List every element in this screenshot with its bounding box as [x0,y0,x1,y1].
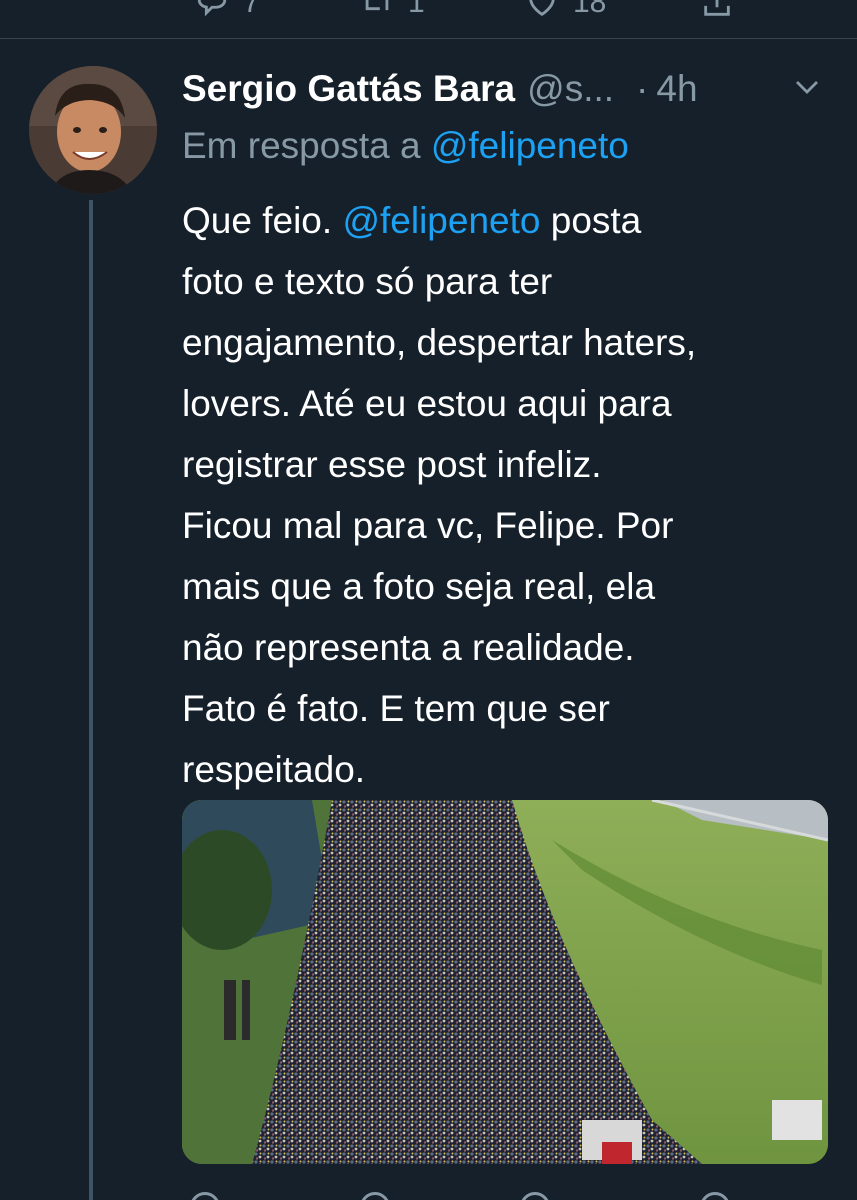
heart-icon [529,0,555,17]
mention-link[interactable]: @felipeneto [342,200,540,241]
reply-icon [197,0,227,17]
heart-icon[interactable] [520,1192,550,1200]
reply-icon[interactable] [190,1192,220,1200]
previous-tweet-actions: 7 1 18 [0,0,857,22]
tweet-text-line: não representa a realidade. [182,627,635,668]
thread-line [89,200,93,1200]
retweet-icon [365,0,389,11]
crowd-photo [182,800,828,1164]
avatar-photo [29,66,157,194]
like-count: 18 [573,0,607,19]
author-name[interactable]: Sergio Gattás Bara [182,68,515,110]
tweet-photo[interactable] [182,800,828,1164]
like-action[interactable]: 18 [525,0,606,20]
author-handle[interactable]: @s... [527,68,614,110]
reply-count: 7 [243,0,260,19]
retweet-action[interactable]: 1 [360,0,425,20]
tweet-text-line: engajamento, despertar haters, [182,322,697,363]
retweet-icon[interactable] [360,1192,390,1200]
tweet-actions [0,1190,857,1200]
tweet-text-line: Ficou mal para vc, Felipe. Por [182,505,674,546]
tweet-divider [0,38,857,39]
avatar[interactable] [29,66,157,194]
reply-prefix: Em resposta a [182,125,421,166]
text-segment: posta [540,200,642,241]
reply-action[interactable]: 7 [195,0,260,20]
share-icon[interactable] [700,1192,730,1200]
tweet-text-line: foto e texto só para ter [182,261,553,302]
tweet-text-line: registrar esse post infeliz. [182,444,602,485]
tweet-header: Sergio Gattás Bara @s... · 4h [182,66,832,112]
tweet-text-line: Que feio. @felipeneto posta [182,190,832,251]
text-segment: Que feio. [182,200,343,241]
tweet-time[interactable]: 4h [656,68,697,110]
share-action[interactable] [700,0,734,20]
reply-context: Em resposta a @felipeneto [182,125,629,167]
chevron-down-icon[interactable] [792,72,822,102]
tweet-text: Que feio. @felipeneto posta foto e texto… [182,190,832,800]
reply-mention-link[interactable]: @felipeneto [431,125,629,166]
tweet-text-line: lovers. Até eu estou aqui para [182,383,672,424]
separator: · [636,68,649,109]
tweet-text-line: Fato é fato. E tem que ser [182,688,610,729]
share-icon [704,0,730,16]
tweet-text-line: respeitado. [182,749,366,790]
tweet-text-line: mais que a foto seja real, ela [182,566,656,607]
retweet-count: 1 [408,0,425,19]
